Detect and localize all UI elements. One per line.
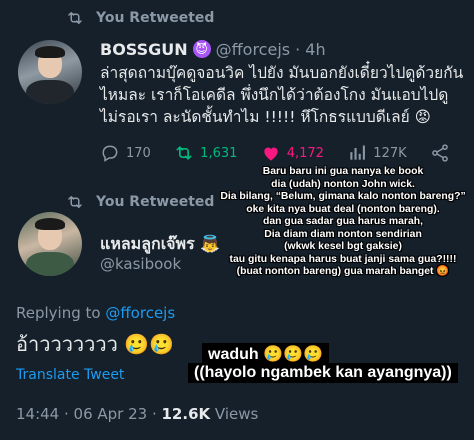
bottom-caption-2: ((hayolo ngambek kan ayangnya)) xyxy=(188,363,458,383)
caption-line: dan gua sadar gua harus marah, xyxy=(263,216,423,227)
retweet-count: 1,631 xyxy=(200,145,238,161)
tweet-text: อ้าววววววว 🥲🥲 xyxy=(16,332,175,356)
retweet-indicator: You Retweeted xyxy=(66,192,214,212)
like-count: 4,172 xyxy=(286,145,324,161)
tweet-time[interactable]: · 4h xyxy=(295,40,326,59)
share-icon xyxy=(432,144,448,162)
avatar[interactable] xyxy=(18,40,82,104)
author-name[interactable]: BOSSGUN xyxy=(100,40,188,59)
reply-count: 170 xyxy=(126,145,151,161)
author-handle[interactable]: @kasibook xyxy=(100,255,181,273)
replying-mention-link[interactable]: @fforcejs xyxy=(105,304,175,322)
bottom-caption-1: waduh 🥲🥲🥲 xyxy=(202,343,329,365)
views-button[interactable]: 127K xyxy=(347,143,407,163)
timestamp[interactable]: 14:44 · 06 Apr 23 · xyxy=(16,405,162,423)
caption-line: Baru baru ini gua nanya ke book xyxy=(262,166,424,177)
reply-button[interactable]: 170 xyxy=(100,143,151,163)
views-count: 12.6K xyxy=(161,405,211,423)
retweet-label: You Retweeted xyxy=(96,194,215,210)
views-count: 127K xyxy=(373,145,407,161)
translate-tweet-link[interactable]: Translate Tweet xyxy=(16,367,124,383)
tweet-actions: 170 1,631 4,172 127K xyxy=(100,140,450,166)
retweet-indicator: You Retweeted xyxy=(66,8,214,28)
retweet-button[interactable]: 1,631 xyxy=(174,143,237,163)
author-handle[interactable]: @fforcejs xyxy=(216,40,290,59)
caption-line: Dia diam diam nonton sendirian xyxy=(264,228,422,240)
caption-line: (wkwk kesel bgt gaksie) xyxy=(284,241,402,252)
retweet-icon xyxy=(68,12,82,24)
overlay-caption: Baru baru ini gua nanya ke book dia (uda… xyxy=(218,166,468,279)
caption-line: tau gitu kenapa harus buat janji sama gu… xyxy=(229,253,457,265)
tweet-text: ล่าสุดถามบุ๊คดูจอนวิค ไปยัง มันบอกยังเดี… xyxy=(100,64,464,126)
views-icon xyxy=(350,145,366,160)
replying-prefix: Replying to xyxy=(16,304,106,322)
views-label: Views xyxy=(210,405,259,423)
retweet-icon xyxy=(68,196,82,208)
devil-emoji-icon: 😈 xyxy=(192,40,211,58)
tweet-header: BOSSGUN 😈 @fforcejs · 4h xyxy=(100,38,326,60)
heart-icon xyxy=(264,147,278,161)
reply-icon xyxy=(102,145,118,162)
caption-line: Dia bilang, “Belum, gimana kalo nonton b… xyxy=(220,191,466,202)
share-button[interactable] xyxy=(430,143,450,163)
retweet-icon xyxy=(176,146,192,160)
tweet-meta: 14:44 · 06 Apr 23 · 12.6K Views xyxy=(16,405,258,423)
replying-to: Replying to @fforcejs xyxy=(16,304,175,322)
avatar[interactable] xyxy=(18,212,82,276)
author-name[interactable]: แหลมลูกเจ๊พร 👼 xyxy=(100,232,220,257)
caption-line: (buat nonton bareng) gua marah banget 😡 xyxy=(236,266,450,277)
caption-line: oke kita nya buat deal (nonton bareng). xyxy=(246,203,440,215)
caption-line: dia (udah) nonton John wick. xyxy=(271,178,415,190)
like-button[interactable]: 4,172 xyxy=(261,143,324,163)
retweet-label: You Retweeted xyxy=(96,10,215,26)
